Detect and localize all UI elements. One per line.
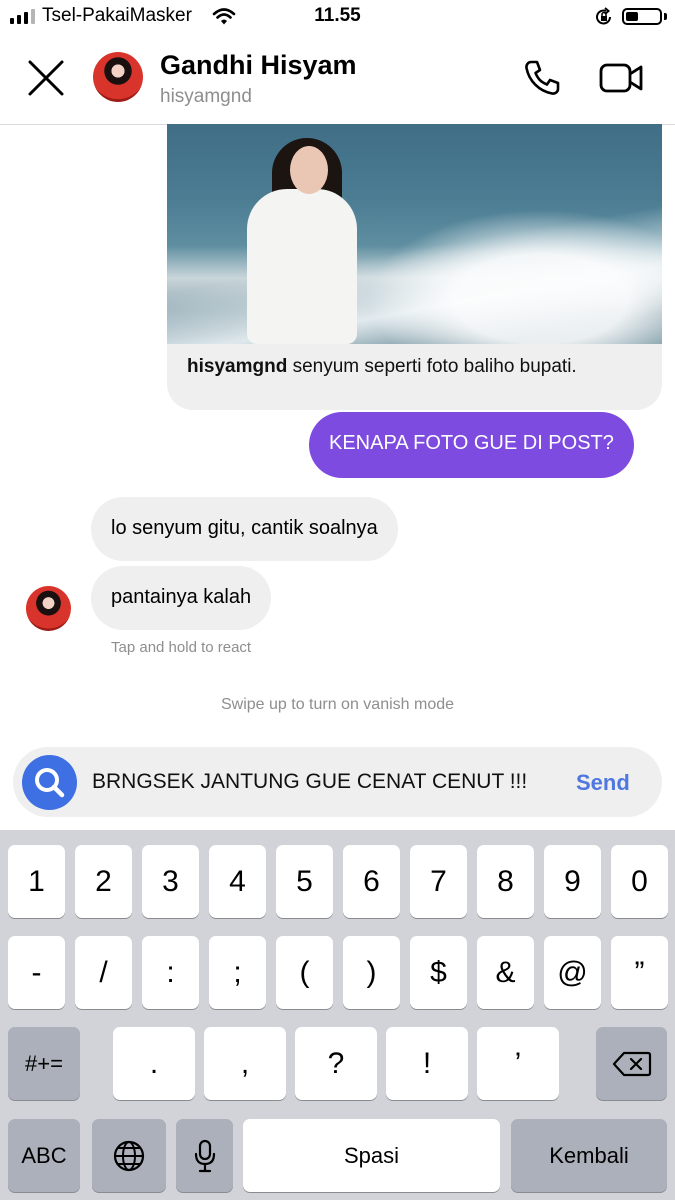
battery-icon [622,8,662,25]
space-key[interactable]: Spasi [243,1119,500,1192]
microphone-key[interactable] [176,1119,233,1192]
key-6[interactable]: 6 [343,845,400,918]
status-bar: Tsel-PakaiMasker 11.55 [0,0,675,36]
vanish-mode-hint: Swipe up to turn on vanish mode [220,696,455,713]
person-dress [247,189,357,344]
key-3[interactable]: 3 [142,845,199,918]
close-icon[interactable] [26,58,66,98]
key-2[interactable]: 2 [75,845,132,918]
key-punctuation[interactable]: ’ [477,1027,559,1100]
shared-post[interactable]: hisyamgnd senyum seperti foto baliho bup… [167,124,662,410]
post-caption: hisyamgnd senyum seperti foto baliho bup… [187,356,647,378]
key-symbol[interactable]: $ [410,936,467,1009]
key-symbol[interactable]: ( [276,936,333,1009]
video-call-icon[interactable] [598,58,644,98]
key-symbol[interactable]: : [142,936,199,1009]
key-punctuation[interactable]: ? [295,1027,377,1100]
battery-cap [664,13,667,20]
phone-icon[interactable] [522,58,562,98]
key-8[interactable]: 8 [477,845,534,918]
key-1[interactable]: 1 [8,845,65,918]
key-symbol[interactable]: @ [544,936,601,1009]
key-symbol[interactable]: ; [209,936,266,1009]
backspace-icon [612,1051,651,1076]
received-message-bubble[interactable]: lo senyum gitu, cantik soalnya [91,497,398,561]
orientation-lock-icon [596,7,611,25]
microphone-icon [194,1139,215,1172]
globe-key[interactable] [92,1119,166,1192]
post-photo[interactable] [167,124,662,344]
search-button[interactable] [22,755,77,810]
avatar[interactable] [93,52,143,102]
clock: 11.55 [314,5,361,26]
sea-foam [337,194,662,344]
key-5[interactable]: 5 [276,845,333,918]
backspace-key[interactable] [596,1027,667,1100]
key-symbol[interactable]: / [75,936,132,1009]
key-punctuation[interactable]: ! [386,1027,468,1100]
globe-icon [113,1140,145,1171]
symbols-toggle-key[interactable]: #+= [8,1027,80,1100]
post-caption-text: senyum seperti foto baliho bupati. [292,356,577,377]
react-hint: Tap and hold to react [111,639,252,656]
contact-username[interactable]: hisyamgnd [160,86,252,108]
contact-name[interactable]: Gandhi Hisyam [160,50,357,81]
key-punctuation[interactable]: . [113,1027,195,1100]
key-symbol[interactable]: ) [343,936,400,1009]
key-symbol[interactable]: & [477,936,534,1009]
message-avatar[interactable] [26,586,71,631]
key-10[interactable]: 0 [611,845,668,918]
key-symbol[interactable]: ” [611,936,668,1009]
return-key[interactable]: Kembali [511,1119,667,1192]
key-7[interactable]: 7 [410,845,467,918]
key-9[interactable]: 9 [544,845,601,918]
person-face [290,146,328,194]
search-icon [35,768,65,798]
post-caption-user: hisyamgnd [187,356,288,377]
key-symbol[interactable]: - [8,936,65,1009]
send-button[interactable]: Send [576,770,630,796]
message-input[interactable]: BRNGSEK JANTUNG GUE CENAT CENUT !!! [92,770,527,794]
received-message-bubble[interactable]: pantainya kalah [91,566,272,630]
key-punctuation[interactable]: , [204,1027,286,1100]
sent-message-bubble[interactable]: KENAPA FOTO GUE DI POST? [309,412,634,478]
key-4[interactable]: 4 [209,845,266,918]
abc-key[interactable]: ABC [8,1119,80,1192]
